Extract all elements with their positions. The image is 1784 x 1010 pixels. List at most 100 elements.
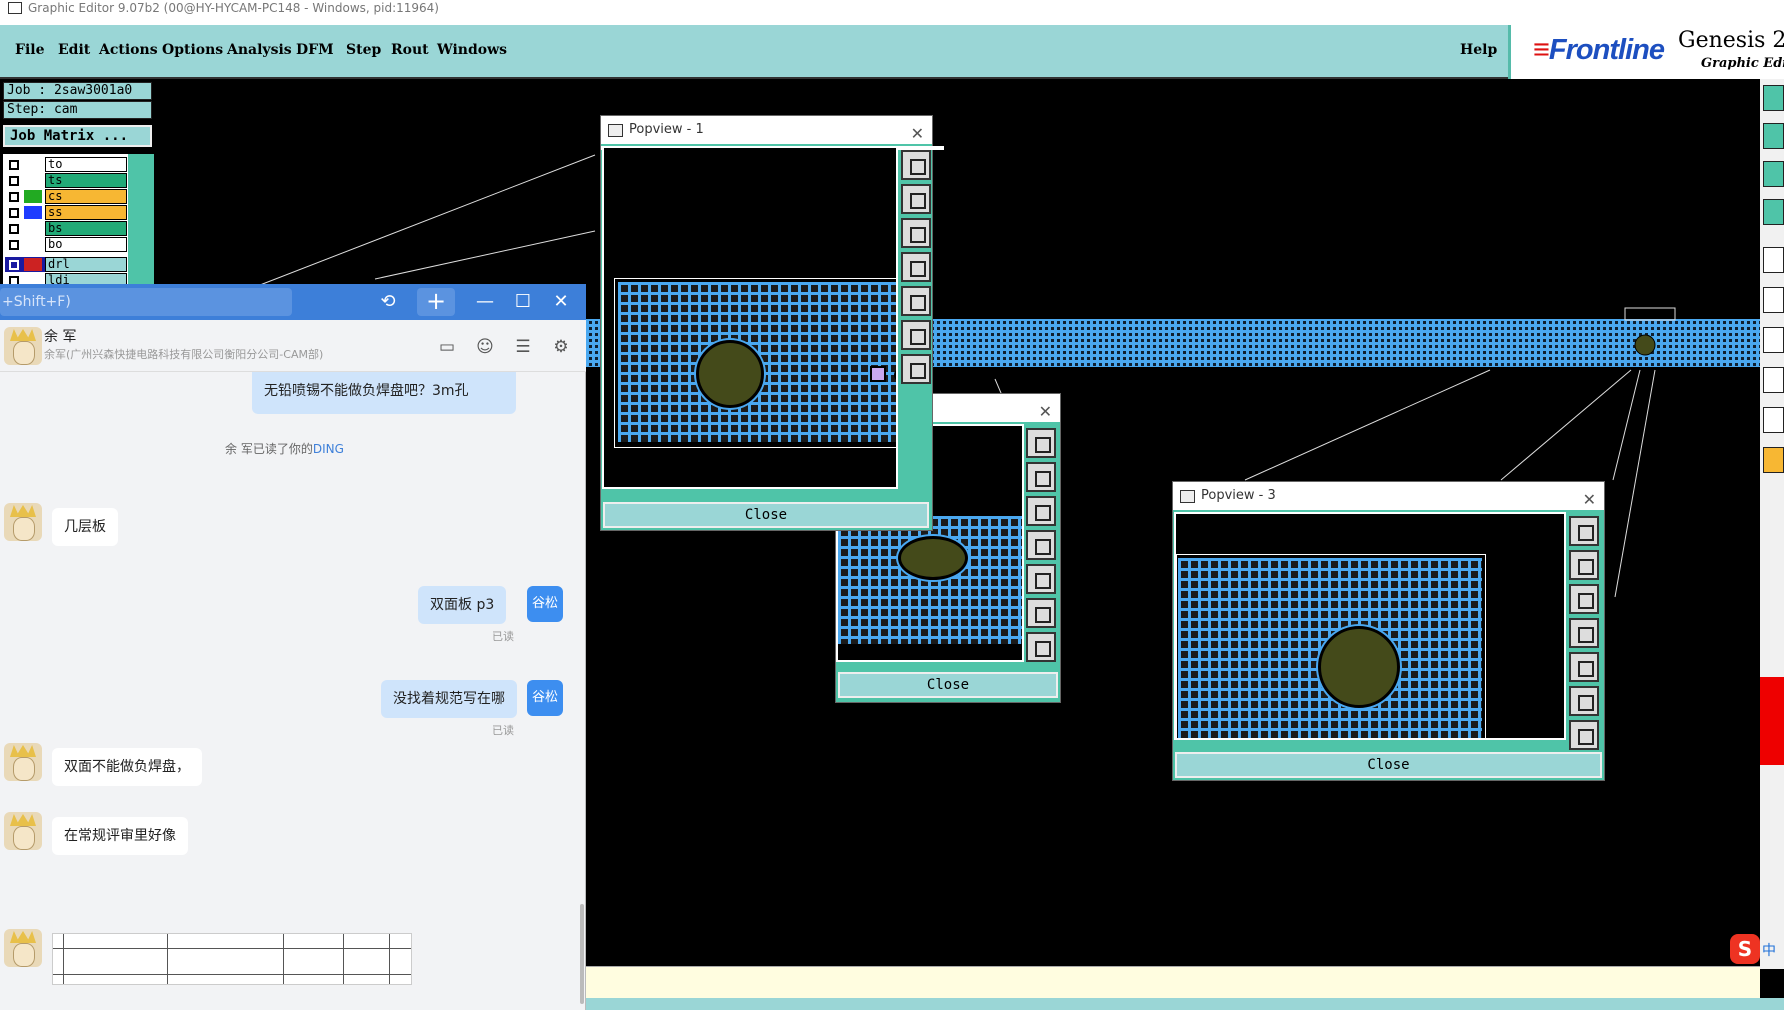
zoom-fit-icon[interactable] [1026,428,1056,458]
layer-row[interactable]: bs [5,221,127,236]
pan-up-icon[interactable] [1026,462,1056,492]
pan-right-icon[interactable] [901,286,931,316]
zoom-out-icon[interactable] [1026,632,1056,662]
message-bubble[interactable]: 没找着规范写在哪 [381,680,517,718]
tool-icon[interactable] [1763,85,1784,111]
layer-checkbox[interactable] [9,160,19,170]
popview-viewport[interactable] [602,146,898,489]
net-tool-icon[interactable] [1763,287,1784,313]
zoom-in-icon[interactable] [901,320,931,350]
maximize-icon[interactable]: ☐ [513,292,533,312]
avatar[interactable] [4,812,42,850]
chat-window[interactable]: +Shift+F) ⟲ + — ☐ ✕ 余 军 余军(广州兴森快捷电路科技有限公… [0,284,586,1010]
popview-close-button[interactable]: Close [838,672,1058,698]
layer-row[interactable]: drl [5,257,127,272]
menu-file[interactable]: File [15,42,44,58]
avatar[interactable] [4,503,42,541]
menu-step[interactable]: Step [346,42,381,58]
menu-help[interactable]: Help [1460,42,1497,58]
right-toolbar [1760,79,1784,969]
message-bubble[interactable]: 在常规评审里好像 [52,817,188,855]
image-attachment[interactable] [52,933,412,985]
shape-tool-icon[interactable] [1763,367,1784,393]
menu-bar: File Edit Actions Options Analysis DFM S… [0,25,1508,79]
pan-up-icon[interactable] [1569,550,1599,580]
settings-icon[interactable]: ⚙ [550,336,572,358]
menu-options[interactable]: Options [162,42,223,58]
my-avatar-badge[interactable]: 谷松 [527,586,563,622]
job-matrix-button[interactable]: Job Matrix ... [3,125,152,147]
zoom-in-icon[interactable] [1569,686,1599,716]
popview-close-button[interactable]: Close [1175,752,1602,778]
zoom-fit-icon[interactable] [1569,516,1599,546]
message-bubble[interactable]: 双面板 p3 [418,586,507,624]
pan-down-icon[interactable] [1569,584,1599,614]
layer-checkbox[interactable] [9,240,19,250]
zoom-out-icon[interactable] [901,354,931,384]
my-avatar-badge[interactable]: 谷松 [527,680,563,716]
line-tool-icon[interactable] [1763,327,1784,353]
pointer-tool-icon[interactable] [1763,447,1784,473]
layer-row[interactable]: ss [5,205,127,220]
popview-viewport[interactable] [1174,512,1566,740]
search-history-icon[interactable]: ☰ [512,336,534,358]
layer-checkbox[interactable] [9,176,19,186]
message-bubble[interactable]: 无铅喷锡不能做负焊盘吧？3m孔 [252,372,516,414]
pan-up-icon[interactable] [901,184,931,214]
layer-row[interactable]: cs [5,189,127,204]
layer-name: ts [45,173,127,188]
layer-row[interactable]: bo [5,237,127,252]
pan-down-icon[interactable] [1026,496,1056,526]
pan-left-icon[interactable] [1569,618,1599,648]
minimize-icon[interactable]: — [475,292,495,312]
zoom-out-icon[interactable] [1569,720,1599,750]
menu-windows[interactable]: Windows [437,42,507,58]
popview-1[interactable]: Popview - 1 ✕ Close [600,115,944,531]
menu-edit[interactable]: Edit [58,42,90,58]
pan-right-icon[interactable] [1026,564,1056,594]
warning-tool-icon[interactable] [1763,407,1784,433]
avatar[interactable] [4,743,42,781]
zoom-fit-icon[interactable] [901,150,931,180]
message-bubble[interactable]: 几层板 [52,508,118,546]
contact-org: 余军(广州兴森快捷电路科技有限公司衡阳分公司-CAM部) [44,348,324,361]
message-bubble[interactable]: 双面不能做负焊盘， [52,748,202,786]
menu-dfm[interactable]: DFM [296,42,334,58]
layer-checkbox[interactable] [9,224,19,234]
close-icon[interactable]: ✕ [551,292,571,312]
layer-scrollbar[interactable] [128,154,154,284]
add-icon[interactable]: + [417,288,455,316]
add-member-icon[interactable]: ☺ [474,336,496,358]
pan-right-icon[interactable] [1569,652,1599,682]
pan-left-icon[interactable] [1026,530,1056,560]
popview-close-button[interactable]: Close [603,502,929,528]
layer-row[interactable]: to [5,157,127,172]
menu-actions[interactable]: Actions [99,42,158,58]
ime-logo-icon[interactable]: S [1730,934,1760,964]
tool-icon[interactable] [1763,123,1784,149]
tool-icon[interactable] [1763,161,1784,187]
close-icon[interactable]: ✕ [1039,398,1052,426]
chat-scrollbar[interactable] [580,904,584,1004]
history-icon[interactable]: ⟲ [378,292,398,312]
menu-rout[interactable]: Rout [391,42,429,58]
pad-tool-icon[interactable] [1763,247,1784,273]
close-icon[interactable]: ✕ [911,120,924,148]
layer-checkbox[interactable] [9,208,19,218]
tool-icon[interactable] [1763,199,1784,225]
close-icon[interactable]: ✕ [1583,486,1596,514]
layer-row[interactable]: ts [5,173,127,188]
ime-language-indicator[interactable]: 中 [1762,940,1776,960]
layer-checkbox[interactable] [9,260,19,270]
avatar[interactable] [4,327,42,365]
chat-top-bar: +Shift+F) ⟲ + — ☐ ✕ [0,284,586,320]
menu-analysis[interactable]: Analysis [227,42,292,58]
folder-icon[interactable]: ▭ [436,336,458,358]
search-input[interactable]: +Shift+F) [0,288,292,316]
avatar[interactable] [4,929,42,967]
pan-down-icon[interactable] [901,218,931,248]
pan-left-icon[interactable] [901,252,931,282]
layer-checkbox[interactable] [9,192,19,202]
popview-3[interactable]: Popview - 3 ✕ Close [1172,481,1605,781]
zoom-in-icon[interactable] [1026,598,1056,628]
